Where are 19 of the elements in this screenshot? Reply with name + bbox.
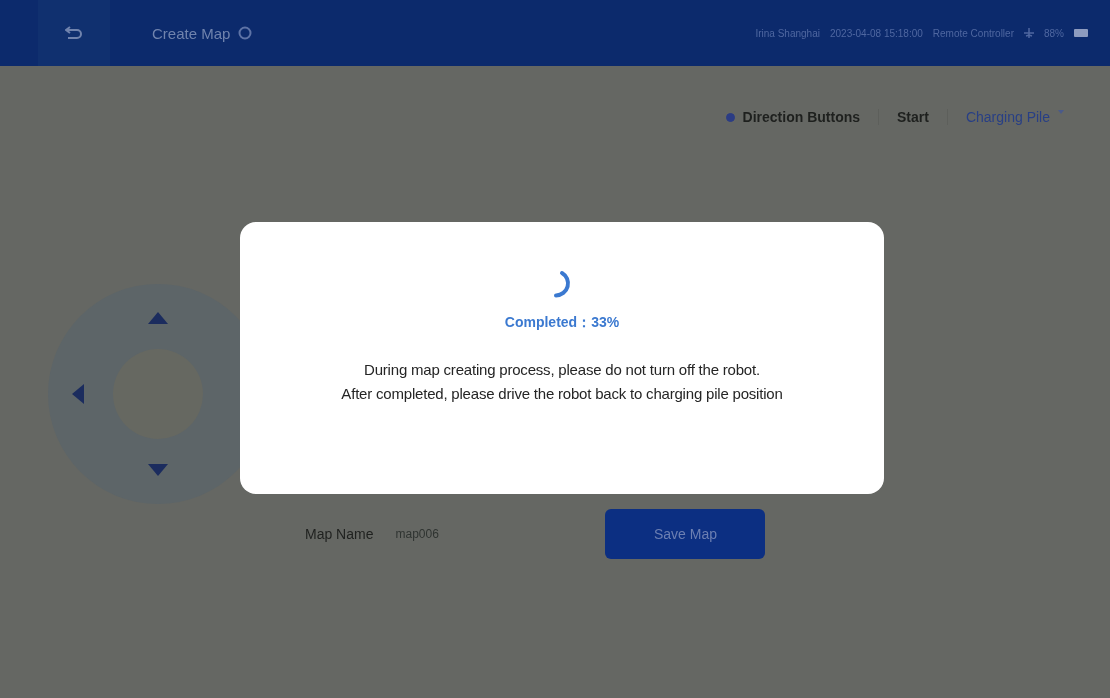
caret-icon [1058, 109, 1064, 115]
triangle-left-icon [72, 384, 84, 404]
map-name-label: Map Name [305, 526, 374, 542]
info-icon[interactable] [238, 26, 253, 40]
save-map-button[interactable]: Save Map [605, 509, 766, 559]
back-icon [65, 25, 83, 41]
charging-pile-dropdown[interactable]: Charging Pile [946, 109, 1082, 125]
location-text: Irina Shanghai [755, 27, 820, 39]
triangle-down-icon [148, 464, 168, 476]
start-button[interactable]: Start [878, 109, 947, 125]
triangle-up-icon [148, 312, 168, 324]
mode-text: Remote Controller [932, 27, 1014, 39]
battery-icon [1074, 29, 1088, 37]
datetime-text: 2023-04-08 15:18:00 [829, 27, 923, 39]
dialog-message: During map creating process, please do not turn off the robot. After completed, please drive the robot back to charging pile position [341, 360, 783, 404]
page-title: Create Map [152, 24, 231, 42]
progress-text: Completed：33% [504, 314, 620, 332]
direction-buttons-option[interactable]: Direction Buttons [707, 109, 879, 125]
battery-text: 88% [1044, 27, 1064, 39]
